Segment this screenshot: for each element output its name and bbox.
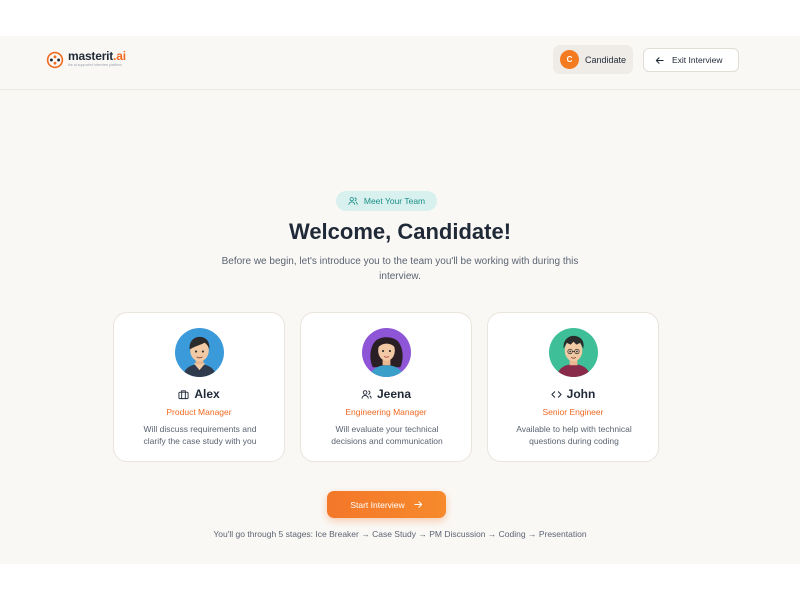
start-interview-button[interactable]: Start Interview xyxy=(327,491,446,518)
brand-name: masterit.ai xyxy=(68,49,126,63)
logo-icon xyxy=(46,51,64,69)
team-member-description: Will evaluate your technical decisions a… xyxy=(331,424,443,446)
top-bar: masterit.ai the ai-supported interview p… xyxy=(0,36,800,90)
team-member-role: Product Manager xyxy=(166,407,232,417)
meet-team-badge: Meet Your Team xyxy=(336,191,437,211)
alex-avatar xyxy=(175,328,224,377)
badge-label: Meet Your Team xyxy=(363,196,426,206)
arrow-right-icon xyxy=(414,501,422,508)
arrow-left-icon xyxy=(655,56,664,64)
users-icon xyxy=(361,389,372,399)
candidate-name: Candidate xyxy=(585,54,627,65)
start-interview-label: Start Interview xyxy=(350,499,405,510)
stages-summary: You'll go through 5 stages: Ice Breaker … xyxy=(213,529,587,539)
exit-interview-label: Exit Interview xyxy=(672,55,723,65)
team-member-role: Engineering Manager xyxy=(345,407,427,417)
jeena-avatar xyxy=(362,328,411,377)
team-member-description: Available to help with technical questio… xyxy=(516,424,632,446)
team-member-name: Jeena xyxy=(376,387,412,401)
exit-interview-button[interactable]: Exit Interview xyxy=(643,48,739,72)
team-member-role: Senior Engineer xyxy=(542,407,604,417)
brand-logo[interactable]: masterit.ai the ai-supported interview p… xyxy=(46,50,126,69)
john-avatar xyxy=(549,328,598,377)
briefcase-icon xyxy=(178,389,189,399)
team-member-name: Alex xyxy=(194,387,220,401)
code-icon xyxy=(551,390,562,398)
team-card-alex: Alex Product Manager Will discuss requir… xyxy=(113,312,285,462)
page-subtitle: Before we begin, let's introduce you to … xyxy=(221,256,579,282)
interview-app: masterit.ai the ai-supported interview p… xyxy=(0,36,800,564)
team-member-name: John xyxy=(566,387,596,401)
team-member-description: Will discuss requirements and clarify th… xyxy=(143,424,257,446)
brand-tagline: the ai-supported interview platform xyxy=(68,63,122,67)
candidate-avatar: C xyxy=(560,50,579,69)
candidate-profile-chip[interactable]: C Candidate xyxy=(553,45,633,74)
users-icon xyxy=(348,197,358,205)
team-card-jeena: Jeena Engineering Manager Will evaluate … xyxy=(300,312,472,462)
page-title: Welcome, Candidate! xyxy=(288,219,512,244)
team-card-john: John Senior Engineer Available to help w… xyxy=(487,312,659,462)
